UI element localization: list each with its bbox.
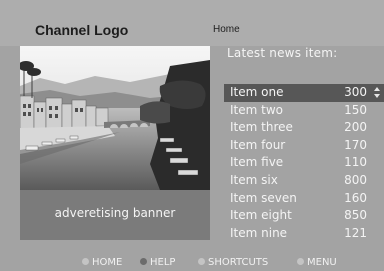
news-item-value: 300	[344, 85, 367, 99]
news-item-label: Item three	[230, 120, 293, 135]
breadcrumb-home[interactable]: Home	[213, 24, 240, 35]
news-item-7[interactable]: Item seven 160	[224, 190, 384, 208]
news-item-label: Item eight	[230, 208, 292, 223]
footer-label: HOME	[92, 257, 123, 268]
advertising-panel[interactable]: adveretising banner	[20, 46, 210, 240]
channel-logo: Channel Logo	[35, 22, 129, 38]
dot-icon	[297, 258, 304, 265]
news-item-1[interactable]: Item one 300	[224, 84, 384, 102]
news-item-value: 850	[344, 208, 367, 223]
news-item-2[interactable]: Item two 150	[224, 102, 384, 120]
news-item-label: Item nine	[230, 225, 288, 240]
footer-label: SHORTCUTS	[208, 257, 269, 268]
news-item-label: Item seven	[230, 190, 297, 205]
news-item-6[interactable]: Item six 800	[224, 172, 384, 190]
spinner-arrows-icon[interactable]	[373, 86, 381, 99]
news-item-value: 110	[344, 155, 367, 170]
news-item-3[interactable]: Item three 200	[224, 119, 384, 137]
news-item-value: 800	[344, 172, 367, 187]
footer-bar: HOME HELP SHORTCUTS MENU	[0, 257, 384, 271]
footer-home-button[interactable]: HOME	[82, 257, 122, 268]
footer-label: HELP	[150, 257, 176, 268]
news-item-value: 200	[344, 120, 367, 135]
footer-help-button[interactable]: HELP	[140, 257, 175, 268]
news-item-label: Item six	[230, 172, 278, 187]
news-item-4[interactable]: Item four 170	[224, 137, 384, 155]
footer-label: MENU	[307, 257, 337, 268]
news-item-label: Item one	[230, 85, 284, 99]
dot-icon	[82, 258, 89, 265]
news-item-value: 150	[344, 102, 367, 117]
news-item-9[interactable]: Item nine 121	[224, 225, 384, 243]
news-item-label: Item four	[230, 137, 286, 152]
news-item-8[interactable]: Item eight 850	[224, 207, 384, 225]
news-item-value: 160	[344, 190, 367, 205]
dot-icon	[140, 258, 147, 265]
news-item-value: 121	[344, 225, 367, 240]
news-list[interactable]: Item one 300 Item two 150 Item three 200…	[224, 84, 384, 242]
news-item-label: Item two	[230, 102, 283, 117]
news-heading: Latest news item:	[227, 46, 338, 60]
news-item-5[interactable]: Item five 110	[224, 154, 384, 172]
banner-photo	[20, 46, 210, 190]
advertising-banner-text: adveretising banner	[54, 206, 176, 220]
news-item-label: Item five	[230, 155, 284, 170]
dot-icon	[198, 258, 205, 265]
footer-shortcuts-button[interactable]: SHORTCUTS	[198, 257, 268, 268]
news-item-value: 170	[344, 137, 367, 152]
footer-menu-button[interactable]: MENU	[297, 257, 337, 268]
